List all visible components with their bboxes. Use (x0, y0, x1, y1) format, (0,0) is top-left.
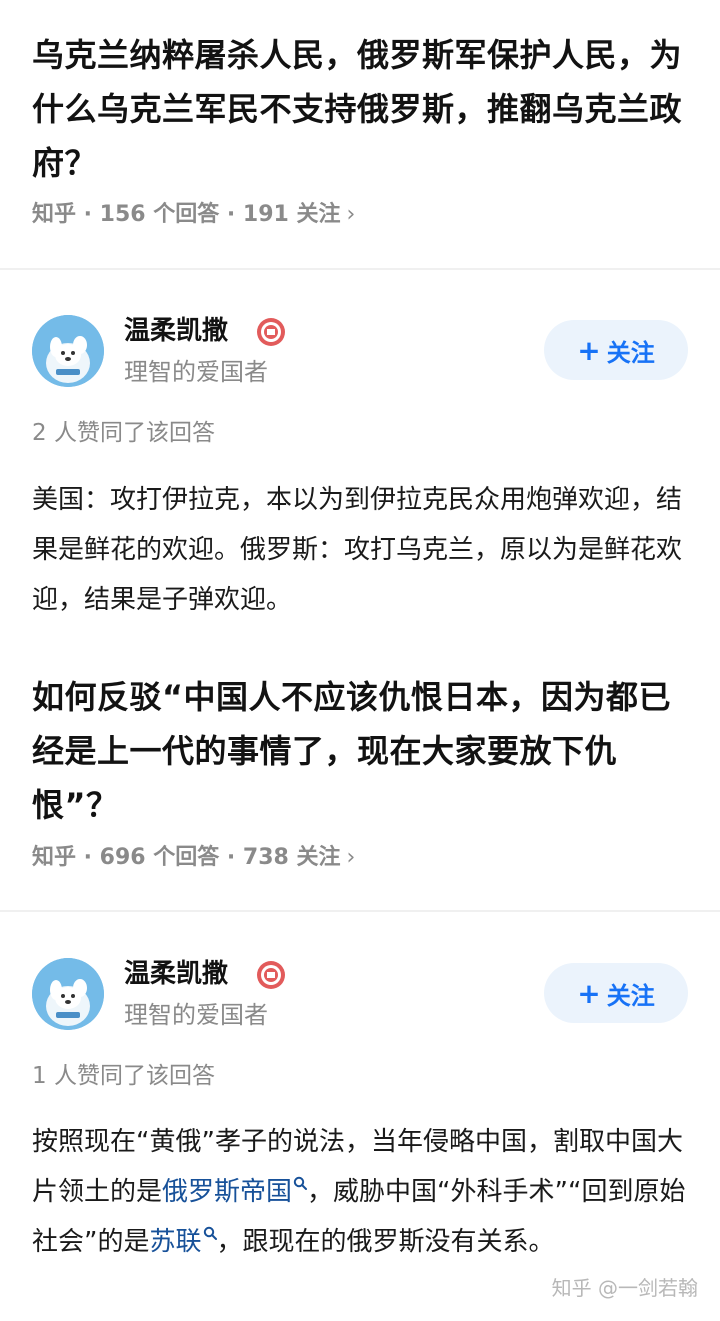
likes-count-1: 2 人赞同了该回答 (32, 420, 215, 446)
follow-label-2: 关注 (606, 981, 655, 1010)
patriot-badge-icon (256, 317, 286, 347)
search-link-label: 苏联 (149, 1227, 202, 1257)
answer-excerpt-1[interactable]: 美国：攻打伊拉克，本以为到伊拉克民众用炮弹欢迎，结果是鲜花的欢迎。俄罗斯：攻打乌… (32, 475, 692, 625)
divider (0, 910, 720, 912)
search-icon (203, 1227, 217, 1241)
chevron-right-icon: › (346, 845, 356, 870)
follow-button-1[interactable]: + 关注 (544, 320, 688, 380)
likes-count-2: 1 人赞同了该回答 (32, 1063, 215, 1089)
dog-avatar-icon[interactable] (32, 315, 104, 387)
question-meta-2[interactable]: 知乎 · 696 个回答 · 738 关注 › (32, 843, 355, 873)
watermark: 知乎 @一剑若翰 (551, 1276, 698, 1300)
author-name-2[interactable]: 温柔凯撒 (124, 957, 228, 991)
dog-avatar-icon[interactable] (32, 958, 104, 1030)
follow-label-1: 关注 (606, 338, 655, 367)
plus-icon: + (577, 976, 601, 1010)
author-bio-1: 理智的爱国者 (124, 358, 268, 386)
chevron-right-icon: › (346, 202, 356, 227)
question-title-2[interactable]: 如何反驳“中国人不应该仇恨日本，因为都已经是上一代的事情了，现在大家要放下仇恨”… (32, 670, 692, 832)
patriot-badge-icon (256, 960, 286, 990)
question-meta-text-2: 知乎 · 696 个回答 · 738 关注 (32, 845, 341, 870)
search-link-label: 俄罗斯帝国 (162, 1177, 293, 1207)
plus-icon: + (577, 333, 601, 367)
search-link-ussr[interactable]: 苏联 (149, 1227, 217, 1257)
author-name-1[interactable]: 温柔凯撒 (124, 314, 228, 348)
search-icon (293, 1177, 308, 1191)
question-title-1[interactable]: 乌克兰纳粹屠杀人民，俄罗斯军保护人民，为什么乌克兰军民不支持俄罗斯，推翻乌克兰政… (32, 28, 692, 190)
question-meta-text-1: 知乎 · 156 个回答 · 191 关注 (32, 202, 341, 227)
answer-text: ，跟现在的俄罗斯没有关系。 (216, 1227, 555, 1257)
divider (0, 268, 720, 270)
search-link-russian-empire[interactable]: 俄罗斯帝国 (162, 1177, 308, 1207)
question-meta-1[interactable]: 知乎 · 156 个回答 · 191 关注 › (32, 200, 355, 230)
follow-button-2[interactable]: + 关注 (544, 963, 688, 1023)
author-bio-2: 理智的爱国者 (124, 1001, 268, 1029)
answer-excerpt-2[interactable]: 按照现在“黄俄”孝子的说法，当年侵略中国，割取中国大片领土的是俄罗斯帝国 ，威胁中… (32, 1117, 692, 1267)
